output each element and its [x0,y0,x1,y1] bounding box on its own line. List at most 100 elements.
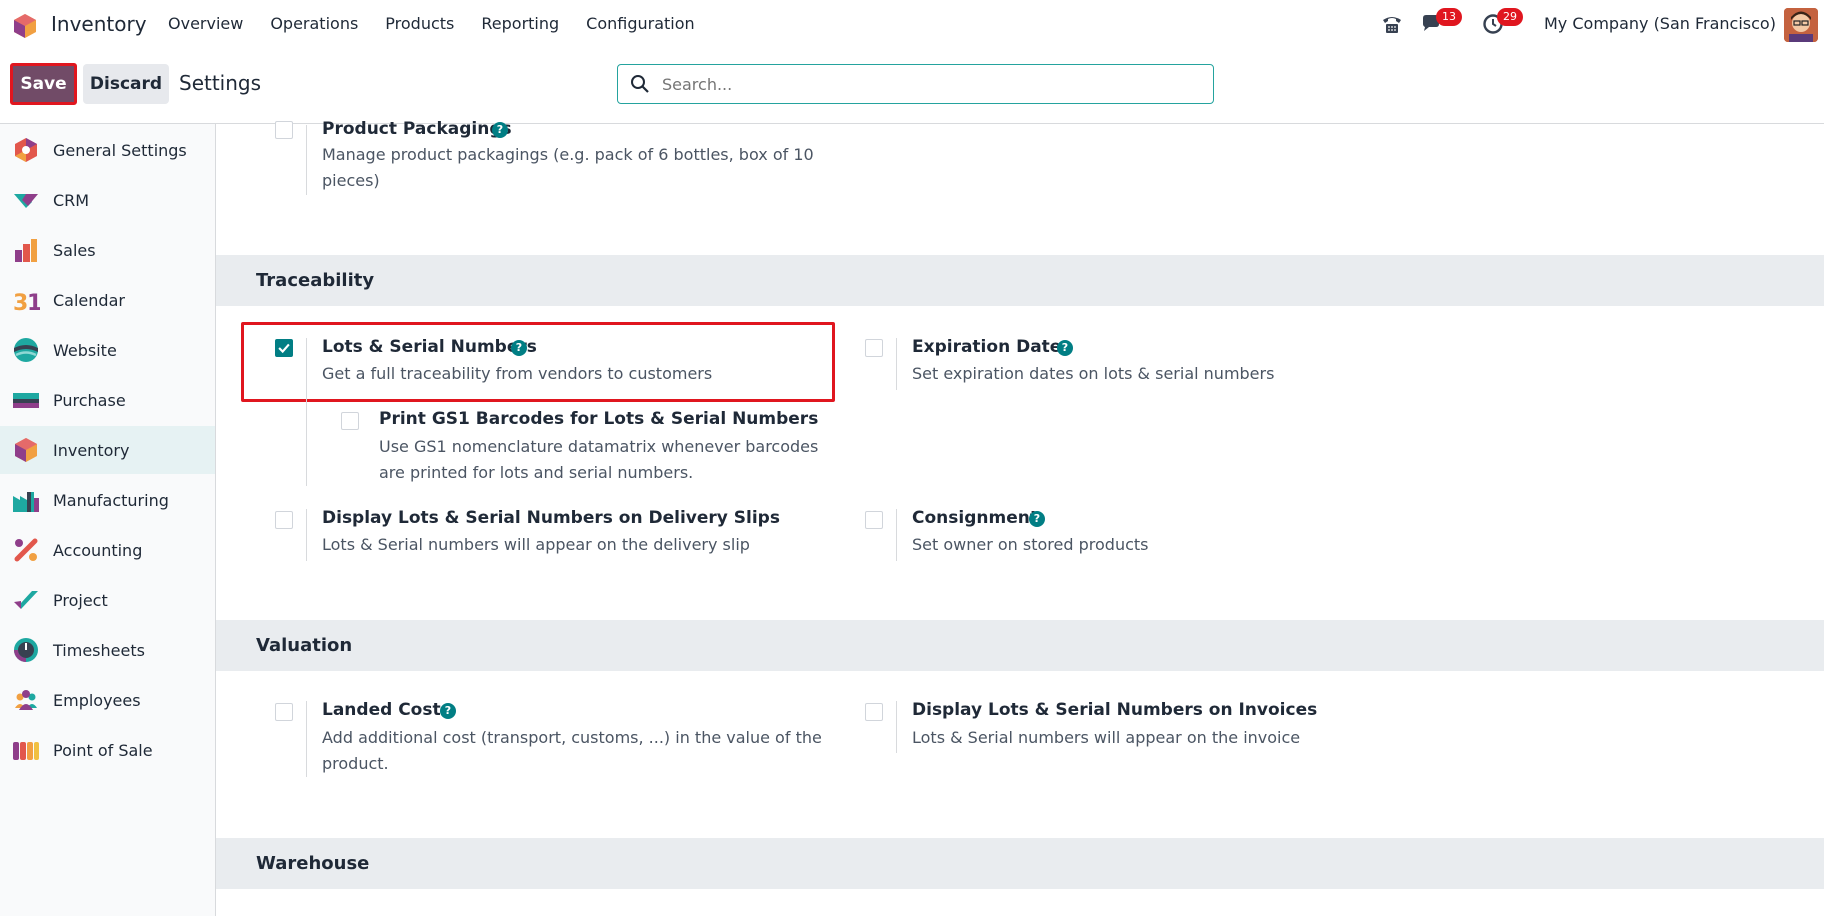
sidebar-item-label: Purchase [53,390,126,410]
company-switcher[interactable]: My Company (San Francisco) [1544,14,1776,33]
project-icon [14,591,38,609]
sidebar-item-website[interactable]: Website [0,326,215,374]
consignment-title: Consignment [912,508,1038,528]
menu-reporting[interactable]: Reporting [481,14,559,33]
delivery-slips-title: Display Lots & Serial Numbers on Deliver… [322,508,780,528]
lots-serial-checkbox[interactable] [275,339,293,357]
user-avatar[interactable] [1784,8,1818,42]
product-packagings-desc-2: pieces) [322,171,380,190]
product-packagings-desc: Manage product packagings (e.g. pack of … [322,145,814,164]
help-icon[interactable]: ? [1029,511,1045,527]
gs1-barcodes-desc-2: are printed for lots and serial numbers. [379,463,694,482]
setting-divider [896,338,897,390]
top-navbar: Inventory Overview Operations Products R… [0,0,1824,50]
setting-divider [306,125,307,195]
sidebar-item-label: Point of Sale [53,740,153,760]
sidebar-item-label: Inventory [53,440,130,460]
gs1-barcodes-title: Print GS1 Barcodes for Lots & Serial Num… [379,409,819,429]
setting-divider [896,701,897,753]
landed-costs-checkbox[interactable] [275,703,293,721]
sidebar-item-calendar[interactable]: 3 1 Calendar [0,276,215,324]
invoices-desc: Lots & Serial numbers will appear on the… [912,728,1301,747]
expiration-dates-title: Expiration Dates [912,337,1072,357]
control-panel-divider [0,123,1824,124]
sidebar-item-label: Manufacturing [53,490,169,510]
inventory-app-icon[interactable] [12,13,38,39]
product-packagings-checkbox[interactable] [275,121,293,139]
checkmark-icon [278,343,290,354]
section-title: Valuation [256,635,353,656]
activities-badge: 29 [1497,8,1523,26]
section-title: Warehouse [256,853,370,874]
menu-configuration[interactable]: Configuration [586,14,695,33]
search-input[interactable] [662,74,1202,94]
sidebar-item-label: Calendar [53,290,125,310]
product-packagings-title: Product Packagings [322,119,512,139]
sidebar-item-label: Website [53,340,117,360]
section-warehouse: Warehouse [216,838,1824,889]
sidebar-item-label: Timesheets [53,640,145,660]
sidebar-item-label: General Settings [53,140,187,160]
crm-icon [14,194,38,208]
setting-divider [306,509,307,561]
gs1-barcodes-checkbox[interactable] [341,412,359,430]
sidebar-item-inventory[interactable]: Inventory [0,426,215,474]
menu-products[interactable]: Products [385,14,454,33]
calendar-icon: 3 1 [13,291,40,314]
consignment-checkbox[interactable] [865,511,883,529]
sidebar-item-project[interactable]: Project [0,576,215,624]
sidebar-item-timesheets[interactable]: Timesheets [0,626,215,674]
sidebar-item-point-of-sale[interactable]: Point of Sale [0,726,215,774]
menu-operations[interactable]: Operations [270,14,358,33]
landed-costs-title: Landed Costs [322,700,451,720]
sidebar-item-sales[interactable]: Sales [0,226,215,274]
sidebar-item-crm[interactable]: CRM [0,176,215,224]
invoices-checkbox[interactable] [865,703,883,721]
setting-divider [306,701,307,777]
help-icon[interactable]: ? [440,703,456,719]
delivery-slips-desc: Lots & Serial numbers will appear on the… [322,535,750,554]
help-icon[interactable]: ? [492,122,508,138]
employees-icon [15,690,37,710]
lots-serial-title: Lots & Serial Numbers [322,337,537,357]
inventory-icon [15,438,37,462]
svg-text:1: 1 [27,291,40,314]
purchase-icon [13,393,39,408]
section-valuation: Valuation [216,620,1824,671]
sidebar-item-label: Sales [53,240,96,260]
setting-divider [306,338,307,486]
search-icon [631,75,649,93]
sales-icon [15,239,37,262]
save-button[interactable]: Save [10,63,77,105]
messages-badge: 13 [1436,8,1462,26]
sidebar-item-employees[interactable]: Employees [0,676,215,724]
menu-overview[interactable]: Overview [168,14,243,33]
expiration-dates-desc: Set expiration dates on lots & serial nu… [912,364,1275,383]
sidebar-item-general-settings[interactable]: General Settings [0,126,215,174]
main-menu: Overview Operations Products Reporting C… [168,14,722,33]
invoices-title: Display Lots & Serial Numbers on Invoice… [912,700,1318,720]
sidebar-item-label: Project [53,590,108,610]
section-traceability: Traceability [216,255,1824,306]
timesheets-icon [14,638,38,662]
section-title: Traceability [256,270,375,291]
point-of-sale-icon [13,742,39,760]
setting-divider [896,509,897,561]
app-name[interactable]: Inventory [51,12,147,36]
consignment-desc: Set owner on stored products [912,535,1149,554]
landed-costs-desc: Add additional cost (transport, customs,… [322,728,822,747]
phone-icon[interactable] [1380,12,1404,36]
help-icon[interactable]: ? [1057,340,1073,356]
delivery-slips-checkbox[interactable] [275,511,293,529]
settings-sidebar: General Settings CRM Sales 3 1 Calendar … [0,124,216,916]
search-bar[interactable] [617,64,1214,104]
gs1-barcodes-desc: Use GS1 nomenclature datamatrix whenever… [379,437,819,456]
expiration-dates-checkbox[interactable] [865,339,883,357]
sidebar-item-manufacturing[interactable]: Manufacturing [0,476,215,524]
general-settings-icon [15,138,37,162]
landed-costs-desc-2: product. [322,754,389,773]
sidebar-item-purchase[interactable]: Purchase [0,376,215,424]
help-icon[interactable]: ? [511,340,527,356]
sidebar-item-accounting[interactable]: Accounting [0,526,215,574]
discard-button[interactable]: Discard [83,64,169,104]
